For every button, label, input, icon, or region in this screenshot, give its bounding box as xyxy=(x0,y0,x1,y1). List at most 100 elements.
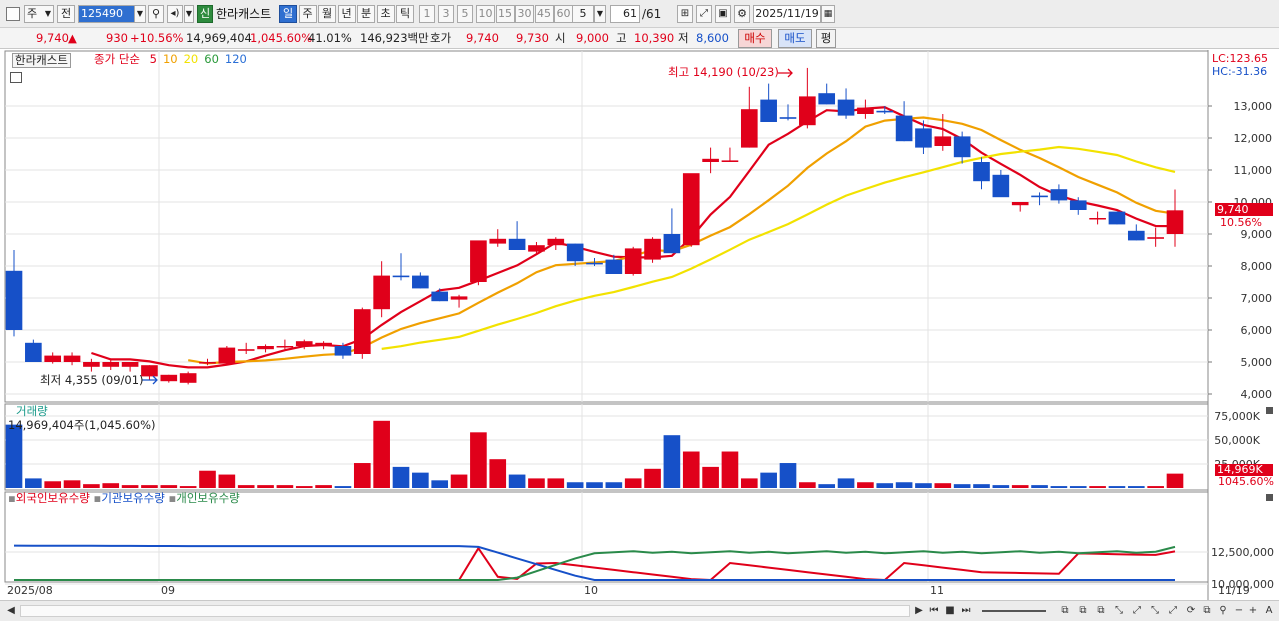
candle-body xyxy=(605,259,623,274)
chart-stock-label[interactable]: 한라캐스트 xyxy=(12,53,71,68)
tool-icon[interactable]: ⟳ xyxy=(1184,604,1198,618)
volume-bar xyxy=(141,485,158,488)
candle-body xyxy=(392,275,410,278)
table-icon[interactable] xyxy=(10,72,22,83)
scroll-right-icon[interactable]: ▶ xyxy=(912,604,926,618)
scroll-left-icon[interactable]: ◀ xyxy=(4,604,18,618)
save-icon[interactable]: ▣ xyxy=(715,5,731,23)
candle-body xyxy=(895,115,913,142)
minute-tab-4[interactable]: 15 xyxy=(495,5,515,23)
period-tab-6[interactable]: 틱 xyxy=(396,5,414,23)
volume-bar xyxy=(1031,485,1048,488)
grid-tool-icon[interactable]: ⊞ xyxy=(677,5,693,23)
volume-bar xyxy=(237,485,255,488)
period-tab-3[interactable]: 년 xyxy=(337,5,356,23)
minute-tab-1[interactable]: 3 xyxy=(438,5,454,23)
candle-body xyxy=(915,128,932,148)
volume-bar xyxy=(83,484,100,488)
top-toolbar: 주 ▼ 전 125490 ▼ ⚲ ◂) ▼ 신 한라캐스트 일주월년분초틱1351… xyxy=(0,0,1279,28)
holding-axis-label: 10,000,000 xyxy=(1211,578,1274,591)
stop-icon[interactable]: ■ xyxy=(943,604,957,618)
tool-icon[interactable]: ⧉ xyxy=(1076,604,1090,618)
first-icon[interactable]: ⏮ xyxy=(927,604,941,618)
volume-ratio: 1,045.60% xyxy=(250,31,313,45)
candle-body xyxy=(63,355,81,362)
period-tab-4[interactable]: 분 xyxy=(357,5,375,23)
zoom-in-icon[interactable]: + xyxy=(1246,604,1260,618)
volume-axis-label: 75,000K xyxy=(1214,410,1260,423)
panel-layout-icon[interactable] xyxy=(6,7,20,21)
volume-bar xyxy=(179,486,197,488)
legend-foreign: 외국인보유수량 xyxy=(15,491,90,505)
gear-icon[interactable]: ⚙ xyxy=(734,5,750,23)
draw-tool-icon[interactable]: ⤢ xyxy=(696,5,712,23)
period-tab-5[interactable]: 초 xyxy=(376,5,395,23)
price-axis-label: 5,000 xyxy=(1241,356,1273,369)
tool-icon[interactable]: ⤡ xyxy=(1112,604,1126,618)
tool-icon[interactable]: ⧉ xyxy=(1058,604,1072,618)
count-select[interactable]: 5 xyxy=(572,5,594,23)
candle-body xyxy=(876,110,894,113)
candle-body xyxy=(644,238,661,260)
avg-button[interactable]: 평 xyxy=(816,29,836,48)
volume-bar xyxy=(973,484,990,488)
volume-value-label: 14,969,404주(1,045.60%) xyxy=(8,418,156,432)
volume-bar xyxy=(1089,486,1106,488)
minute-tab-0[interactable]: 1 xyxy=(419,5,435,23)
candle-body xyxy=(953,136,971,158)
candle-body xyxy=(450,296,468,300)
code-dropdown-icon[interactable]: ▼ xyxy=(134,5,146,23)
period-tab-2[interactable]: 월 xyxy=(318,5,336,23)
chevron-down-icon[interactable]: ▼ xyxy=(184,5,194,23)
volume-bar xyxy=(1127,486,1145,488)
legend-institution: 기관보유수량 xyxy=(101,491,165,505)
stock-code-input[interactable]: 125490 xyxy=(78,5,136,23)
candle-body xyxy=(276,346,294,348)
current-price-tag: 9,740 xyxy=(1215,203,1273,216)
tool-icon[interactable]: ⧉ xyxy=(1200,604,1214,618)
speaker-icon[interactable]: ◂) xyxy=(167,5,183,23)
candle-body xyxy=(237,349,255,351)
volume-bar xyxy=(508,474,526,488)
buy-button[interactable]: 매수 xyxy=(738,29,772,48)
sell-button[interactable]: 매도 xyxy=(778,29,812,48)
bid-label: 호가 xyxy=(430,31,452,45)
volume-bar xyxy=(605,482,623,488)
minute-tab-5[interactable]: 30 xyxy=(515,5,534,23)
prev-button[interactable]: 전 xyxy=(57,5,75,23)
count-input[interactable]: 61 xyxy=(610,5,640,23)
minute-tab-3[interactable]: 10 xyxy=(476,5,495,23)
zoom-slider[interactable] xyxy=(982,610,1046,612)
minute-tab-2[interactable]: 5 xyxy=(457,5,473,23)
zoom-out-icon[interactable]: − xyxy=(1232,604,1246,618)
period-tab-1[interactable]: 주 xyxy=(298,5,317,23)
minute-tab-7[interactable]: 60 xyxy=(554,5,573,23)
candle-body xyxy=(160,374,178,382)
tool-icon[interactable]: ⤡ xyxy=(1148,604,1162,618)
candle-body xyxy=(257,346,274,350)
stock-chart[interactable]: 13,00012,00011,00010,0009,0008,0007,0006… xyxy=(0,50,1279,600)
price-axis-label: 9,000 xyxy=(1241,228,1273,241)
volume-bar xyxy=(663,435,681,488)
volume-bar xyxy=(876,483,894,488)
volume-bar xyxy=(392,466,410,488)
candle-body xyxy=(857,107,874,114)
bottom-scrollbar[interactable]: ◀ ▶ ⏮ ■ ⏭ ⧉ ⧉ ⧉ ⤡ ⤢ ⤡ ⤢ ⟳ ⧉ ⚲ − + A xyxy=(0,600,1279,621)
tool-icon[interactable]: ⧉ xyxy=(1094,604,1108,618)
chart-area[interactable]: 13,00012,00011,00010,0009,0008,0007,0006… xyxy=(0,50,1279,600)
chevron-down-icon[interactable]: ▼ xyxy=(594,5,606,23)
period-tab-0[interactable]: 일 xyxy=(279,5,297,23)
search-icon[interactable]: ⚲ xyxy=(148,5,164,23)
period-select-value: 주 xyxy=(27,7,38,20)
calendar-icon[interactable]: ▦ xyxy=(821,5,835,23)
last-icon[interactable]: ⏭ xyxy=(959,604,973,618)
tool-icon[interactable]: ⤢ xyxy=(1166,604,1180,618)
tool-icon[interactable]: ⤢ xyxy=(1130,604,1144,618)
minute-tab-6[interactable]: 45 xyxy=(534,5,554,23)
scroll-track[interactable] xyxy=(20,605,910,617)
date-input[interactable]: 2025/11/19 xyxy=(753,5,821,23)
font-size-icon[interactable]: A xyxy=(1262,604,1276,618)
period-select[interactable]: 주 ▼ xyxy=(24,5,54,23)
volume-bar xyxy=(818,484,836,488)
zoom-icon[interactable]: ⚲ xyxy=(1216,604,1230,618)
